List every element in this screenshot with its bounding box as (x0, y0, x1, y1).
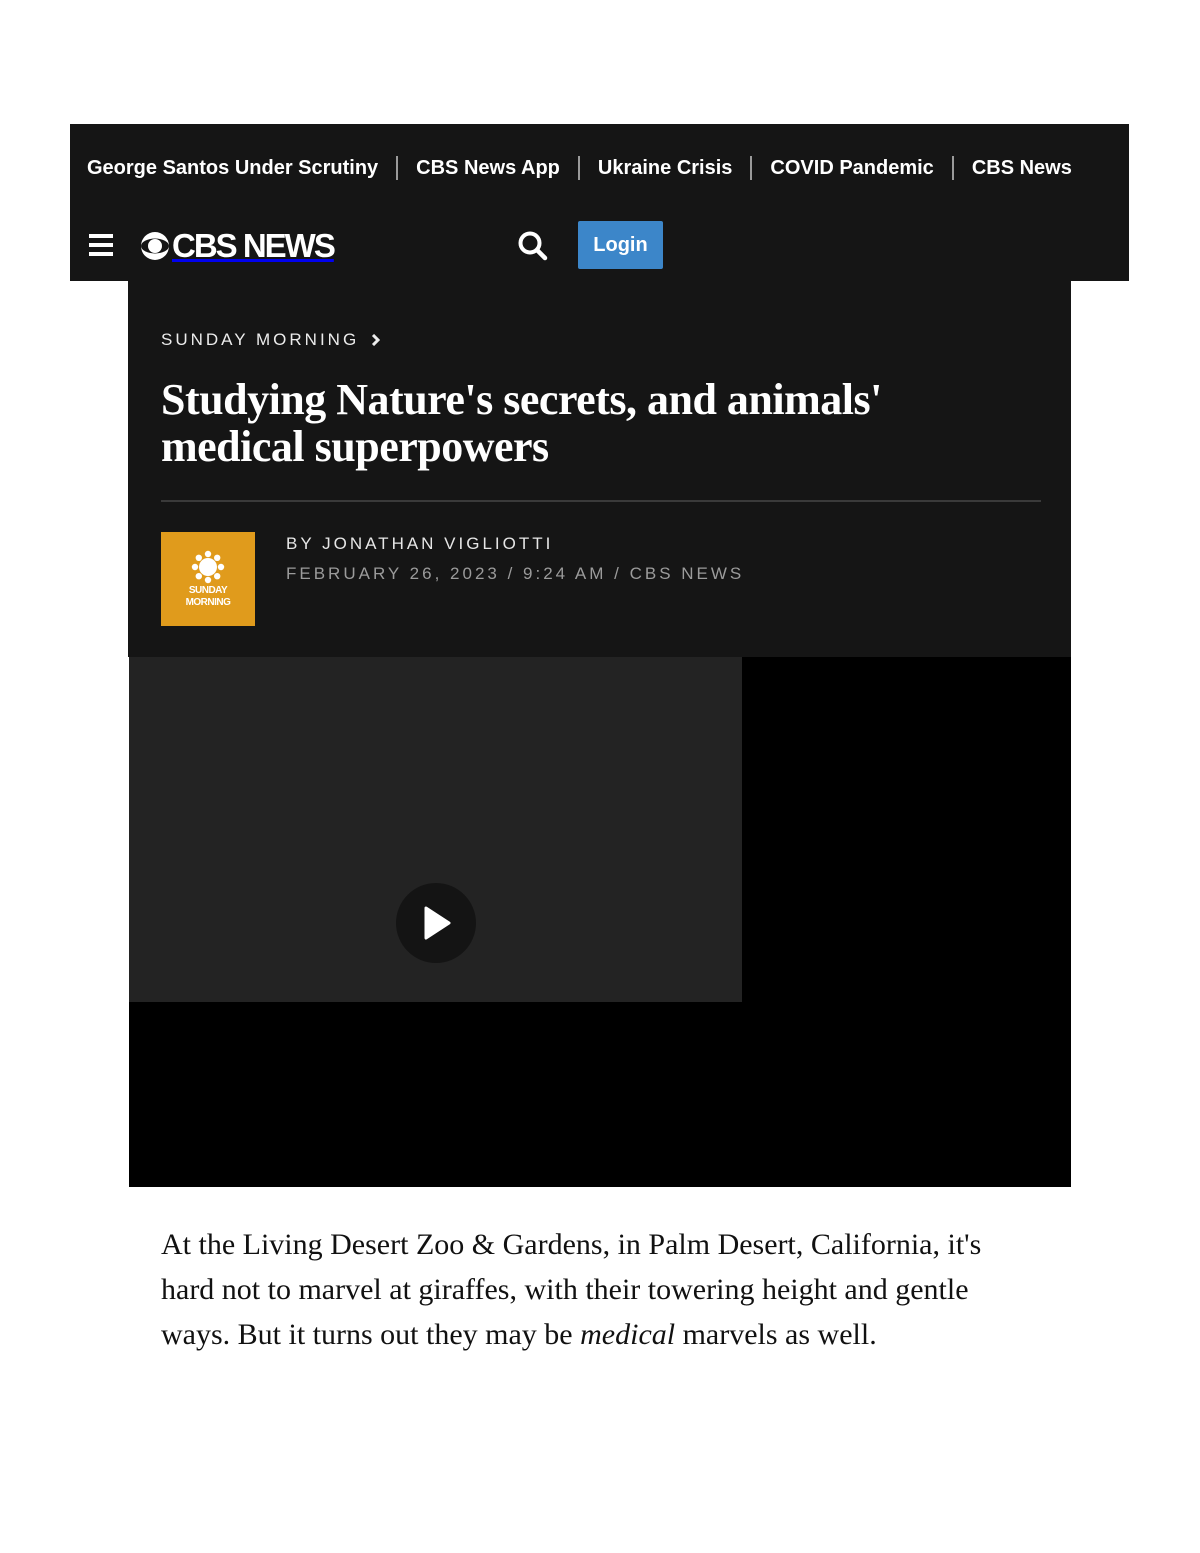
hamburger-menu-icon[interactable] (89, 234, 113, 256)
trending-link-george-santos[interactable]: George Santos Under Scrutiny (87, 157, 378, 180)
publish-date: FEBRUARY 26, 2023 (286, 564, 500, 583)
sunday-morning-logo[interactable]: SUNDAY MORNING (161, 532, 255, 626)
trending-link-ukraine-crisis[interactable]: Ukraine Crisis (598, 157, 733, 180)
trending-divider (396, 156, 399, 180)
publish-time: 9:24 AM (523, 564, 607, 583)
section-label: SUNDAY MORNING (161, 330, 360, 349)
author-link[interactable]: JONATHAN VIGLIOTTI (322, 534, 553, 553)
logo-wordmark: CBS NEWS (172, 227, 336, 264)
trending-divider (951, 156, 954, 180)
play-button[interactable] (396, 883, 476, 963)
article-header: SUNDAY MORNING Studying Nature's secrets… (128, 281, 1071, 657)
article-headline: Studying Nature's secrets, and animals' … (161, 375, 882, 471)
trending-divider (750, 156, 753, 180)
byline: BY JONATHAN VIGLIOTTI (286, 534, 553, 554)
trending-divider (577, 156, 580, 180)
login-button[interactable]: Login (578, 221, 663, 269)
video-player[interactable] (129, 657, 1071, 1187)
chevron-right-icon (372, 334, 381, 346)
trending-link-cbs-news-app[interactable]: CBS News App (416, 157, 560, 180)
badge-text-line1: SUNDAY (188, 585, 228, 596)
body-text-part2: marvels as well. (675, 1318, 877, 1351)
section-link-sunday-morning[interactable]: SUNDAY MORNING (161, 330, 381, 350)
play-icon (424, 906, 451, 940)
dateline: FEBRUARY 26, 2023 / 9:24 AM / CBS NEWS (286, 564, 745, 583)
main-nav: CBS NEWS Login (70, 212, 1129, 281)
article-body-paragraph: At the Living Desert Zoo & Gardens, in P… (161, 1222, 1041, 1357)
site-header: George Santos Under Scrutiny CBS News Ap… (70, 124, 1129, 281)
search-icon[interactable] (516, 229, 550, 263)
sun-icon (191, 550, 225, 584)
cbs-news-logo[interactable]: CBS NEWS (140, 227, 336, 264)
badge-text-line2: MORNING (185, 597, 231, 608)
header-divider (161, 500, 1041, 502)
publisher: CBS NEWS (629, 564, 745, 583)
trending-link-cbs-news[interactable]: CBS News (972, 157, 1072, 180)
video-thumbnail[interactable] (129, 657, 742, 1002)
trending-topics-bar: George Santos Under Scrutiny CBS News Ap… (70, 124, 1129, 212)
cbs-eye-icon (141, 232, 169, 260)
trending-link-covid-pandemic[interactable]: COVID Pandemic (770, 157, 933, 180)
body-text-emphasis: medical (580, 1318, 676, 1351)
byline-prefix: BY (286, 534, 315, 553)
